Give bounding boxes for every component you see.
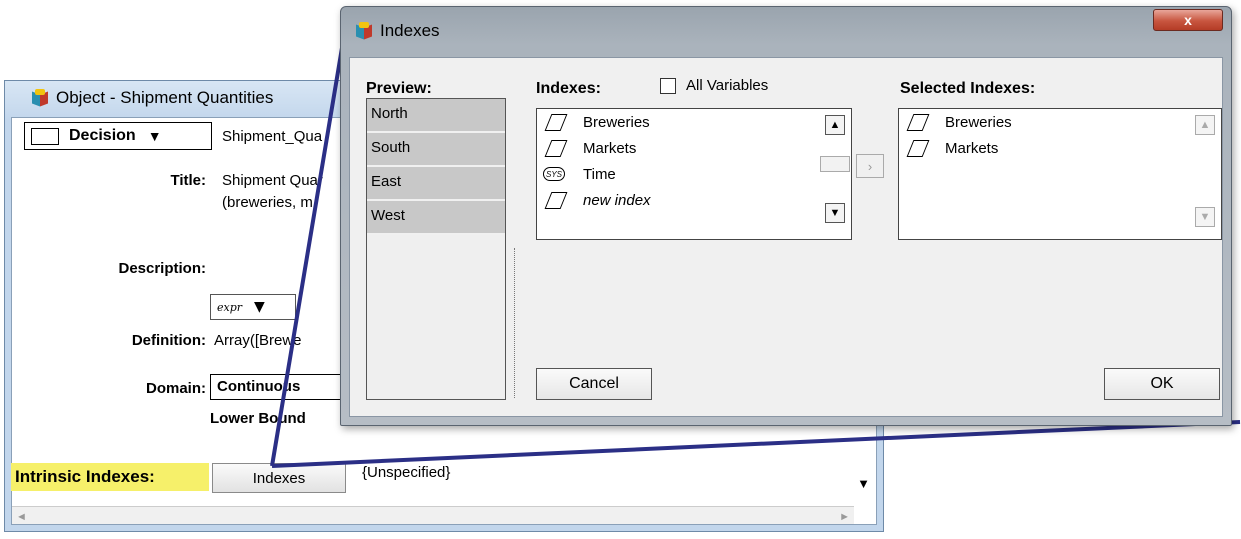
list-item-label: Breweries: [945, 113, 1012, 131]
scroll-down-icon[interactable]: ▼: [857, 476, 870, 491]
preview-label: Preview:: [366, 80, 432, 97]
index-icon: [545, 192, 565, 208]
preview-cell: North: [367, 99, 505, 133]
index-icon: [545, 114, 565, 130]
chevron-right-icon: ›: [867, 158, 873, 174]
description-label: Description:: [118, 260, 206, 277]
identifier-field[interactable]: Shipment_Qua: [222, 128, 322, 145]
list-item-label: new index: [583, 191, 651, 209]
intrinsic-indexes-label: Intrinsic Indexes:: [11, 463, 209, 491]
list-item[interactable]: Breweries: [537, 109, 851, 135]
index-icon: [907, 140, 927, 156]
selected-indexes-label: Selected Indexes:: [900, 80, 1036, 97]
move-up-button[interactable]: [820, 156, 850, 172]
all-variables-checkbox[interactable]: [660, 78, 676, 94]
domain-selector[interactable]: Continuous: [210, 374, 350, 400]
indexes-dialog-titlebar[interactable]: Indexes x: [341, 7, 1231, 55]
preview-divider: [514, 248, 515, 398]
decision-node-icon: [31, 127, 59, 145]
list-item-label: Markets: [945, 139, 999, 157]
analytica-app-icon: [31, 89, 49, 107]
list-item[interactable]: Markets: [537, 135, 851, 161]
list-item[interactable]: SYS Time: [537, 161, 851, 187]
title-label: Title:: [170, 172, 206, 189]
definition-type-selector[interactable]: expr ▼: [210, 294, 296, 320]
horizontal-scrollbar[interactable]: ◄ ►: [12, 506, 854, 524]
indexes-value: {Unspecified}: [362, 464, 451, 481]
scroll-right-icon[interactable]: ►: [839, 511, 850, 523]
close-icon: x: [1184, 12, 1192, 28]
scroll-up-button[interactable]: ▲: [1195, 115, 1215, 135]
preview-cell: East: [367, 167, 505, 201]
list-item-label: Markets: [583, 139, 637, 157]
class-label: Decision: [69, 127, 136, 144]
indexes-label: Indexes:: [536, 80, 601, 97]
title-value-line2[interactable]: (breweries, m: [222, 194, 313, 211]
index-icon: [907, 114, 927, 130]
all-variables-label: All Variables: [686, 77, 769, 94]
object-window-title: Object - Shipment Quantities: [56, 88, 274, 107]
indexes-dialog-title: Indexes: [380, 21, 440, 40]
add-index-button[interactable]: ›: [856, 154, 884, 178]
indexes-listbox[interactable]: Breweries Markets SYS Time new index ▲ ▼: [536, 108, 852, 240]
ok-button[interactable]: OK: [1104, 368, 1220, 400]
close-button[interactable]: x: [1153, 9, 1223, 31]
definition-value[interactable]: Array([Brewe: [214, 332, 302, 349]
list-item[interactable]: Breweries: [899, 109, 1221, 135]
preview-cell: South: [367, 133, 505, 167]
analytica-app-icon: [355, 22, 373, 40]
selected-indexes-listbox[interactable]: Breweries Markets ▲ ▼: [898, 108, 1222, 240]
sys-icon: SYS: [543, 167, 565, 181]
scroll-left-icon[interactable]: ◄: [16, 511, 27, 523]
chevron-down-icon: ▼: [254, 299, 265, 315]
class-selector[interactable]: Decision ▼: [24, 122, 212, 150]
list-item[interactable]: Markets: [899, 135, 1221, 161]
definition-type: expr: [217, 300, 243, 314]
preview-panel: North South East West: [366, 98, 506, 400]
definition-label: Definition:: [131, 332, 206, 349]
scroll-down-button[interactable]: ▼: [1195, 207, 1215, 227]
domain-value: Continuous: [217, 378, 301, 395]
scroll-up-button[interactable]: ▲: [825, 115, 845, 135]
indexes-button[interactable]: Indexes: [212, 463, 346, 493]
scroll-down-button[interactable]: ▼: [825, 203, 845, 223]
cancel-button[interactable]: Cancel: [536, 368, 652, 400]
chevron-down-icon: ▼: [147, 128, 162, 144]
title-value-line1[interactable]: Shipment Quar: [222, 172, 323, 189]
index-icon: [545, 140, 565, 156]
preview-cell: West: [367, 201, 505, 235]
indexes-dialog: Indexes x Preview: North South East West…: [340, 6, 1232, 426]
list-item-label: Breweries: [583, 113, 650, 131]
list-item[interactable]: new index: [537, 187, 851, 213]
lower-bound-label: Lower Bound: [210, 410, 306, 427]
list-item-label: Time: [583, 165, 616, 183]
domain-label: Domain:: [146, 380, 206, 397]
indexes-dialog-client: Preview: North South East West Indexes: …: [349, 57, 1223, 417]
